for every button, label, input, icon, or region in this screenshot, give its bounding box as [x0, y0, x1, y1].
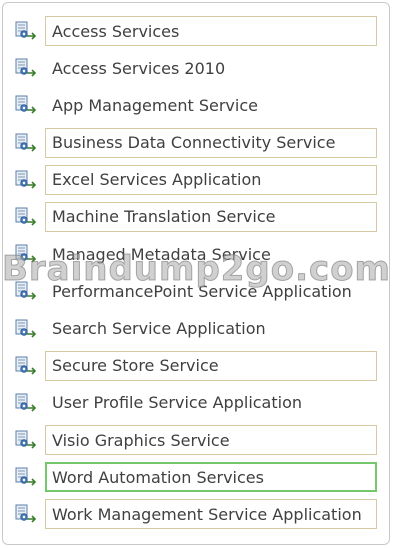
service-list-item-visio-graphics-service[interactable]: Visio Graphics Service: [9, 422, 385, 459]
service-application-icon: [15, 207, 37, 227]
service-application-icon: [15, 319, 37, 339]
service-list-item-user-profile-service-application[interactable]: User Profile Service Application: [9, 385, 385, 422]
service-label: User Profile Service Application: [52, 393, 303, 413]
service-application-icon: [15, 21, 37, 41]
service-label: App Management Service: [52, 95, 258, 115]
service-application-icon: [15, 281, 37, 301]
service-application-icon: [15, 133, 37, 153]
service-application-icon: [15, 430, 37, 450]
service-label: Visio Graphics Service: [45, 425, 377, 456]
service-list-item-work-management-service-application[interactable]: Work Management Service Application: [9, 496, 385, 533]
service-list-item-access-services-2010[interactable]: Access Services 2010: [9, 50, 385, 87]
service-label: PerformancePoint Service Application: [52, 281, 352, 301]
service-label: Secure Store Service: [45, 350, 377, 381]
service-list-item-secure-store-service[interactable]: Secure Store Service: [9, 348, 385, 385]
service-label: Access Services: [45, 16, 377, 46]
service-label: Excel Services Application: [45, 164, 377, 195]
service-label: Machine Translation Service: [45, 201, 377, 232]
service-list-item-word-automation-services[interactable]: Word Automation Services: [9, 459, 385, 496]
service-label: Word Automation Services: [45, 462, 377, 493]
service-label: Managed Metadata Service: [52, 244, 271, 264]
service-application-list: Access Services Access Services 2010 App…: [9, 13, 385, 534]
service-label: Access Services 2010: [52, 58, 226, 78]
service-application-icon: [15, 58, 37, 78]
service-application-icon: [15, 170, 37, 190]
service-list-item-business-data-connectivity-service[interactable]: Business Data Connectivity Service: [9, 125, 385, 162]
service-application-list-panel: Access Services Access Services 2010 App…: [2, 2, 390, 545]
service-application-icon: [15, 95, 37, 115]
service-application-icon: [15, 504, 37, 524]
service-list-item-search-service-application[interactable]: Search Service Application: [9, 311, 385, 348]
service-list-item-managed-metadata-service[interactable]: Managed Metadata Service: [9, 236, 385, 273]
service-label: Search Service Application: [52, 319, 266, 338]
service-application-icon: [15, 244, 37, 264]
service-application-icon: [15, 393, 37, 413]
service-list-item-access-services[interactable]: Access Services: [9, 13, 385, 50]
service-application-icon: [15, 356, 37, 376]
service-list-item-machine-translation-service[interactable]: Machine Translation Service: [9, 199, 385, 236]
service-application-icon: [15, 467, 37, 487]
service-list-item-performancepoint-service-application[interactable]: PerformancePoint Service Application: [9, 273, 385, 310]
service-label: Work Management Service Application: [45, 499, 377, 530]
service-list-item-app-management-service[interactable]: App Management Service: [9, 87, 385, 124]
service-list-item-excel-services-application[interactable]: Excel Services Application: [9, 162, 385, 199]
service-label: Business Data Connectivity Service: [45, 127, 377, 158]
